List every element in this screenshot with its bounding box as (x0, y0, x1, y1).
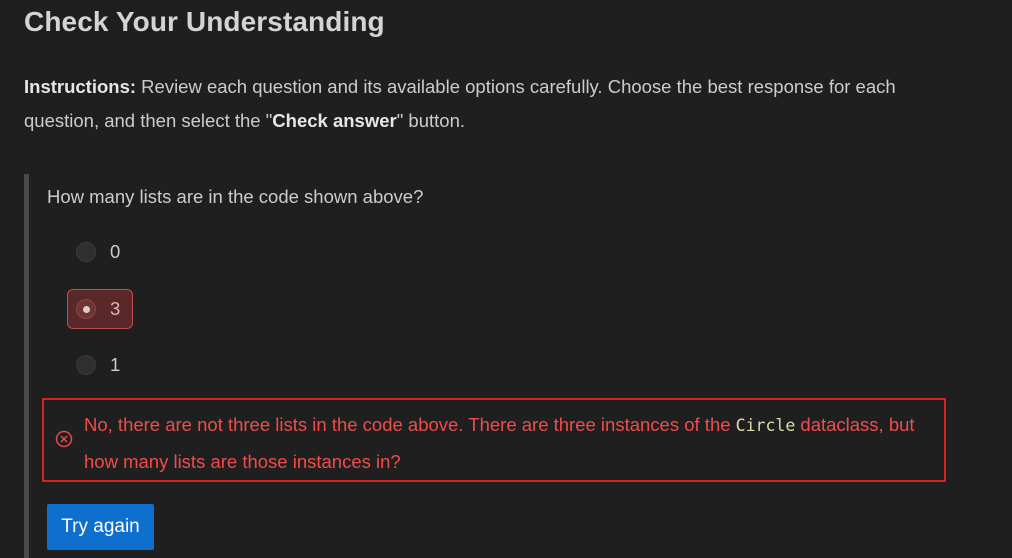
instructions-label: Instructions: (24, 76, 137, 97)
option-label: 1 (110, 354, 121, 375)
option-label: 3 (110, 298, 121, 319)
radio-button[interactable] (76, 355, 96, 375)
option-3-selected-incorrect[interactable]: 3 (67, 289, 134, 329)
radio-dot (82, 305, 90, 313)
radio-button[interactable] (76, 242, 96, 262)
feedback-text-before: No, there are not three lists in the cod… (84, 414, 736, 435)
try-again-button[interactable]: Try again (47, 504, 154, 550)
radio-button-selected[interactable] (76, 299, 96, 319)
page-title: Check Your Understanding (24, 6, 385, 37)
question-text: How many lists are in the code shown abo… (47, 186, 424, 207)
feedback-error: No, there are not three lists in the cod… (42, 398, 946, 482)
instructions: Instructions: Review each question and i… (24, 70, 954, 138)
option-1[interactable]: 1 (67, 345, 133, 385)
instructions-button-ref: Check answer (272, 110, 397, 131)
option-0[interactable]: 0 (67, 232, 133, 272)
error-circle-x-icon (55, 430, 73, 448)
feedback-code: Circle (735, 416, 796, 435)
instructions-text-2: " button. (396, 110, 466, 131)
question-block: How many lists are in the code shown abo… (24, 174, 989, 558)
option-label: 0 (110, 241, 121, 262)
